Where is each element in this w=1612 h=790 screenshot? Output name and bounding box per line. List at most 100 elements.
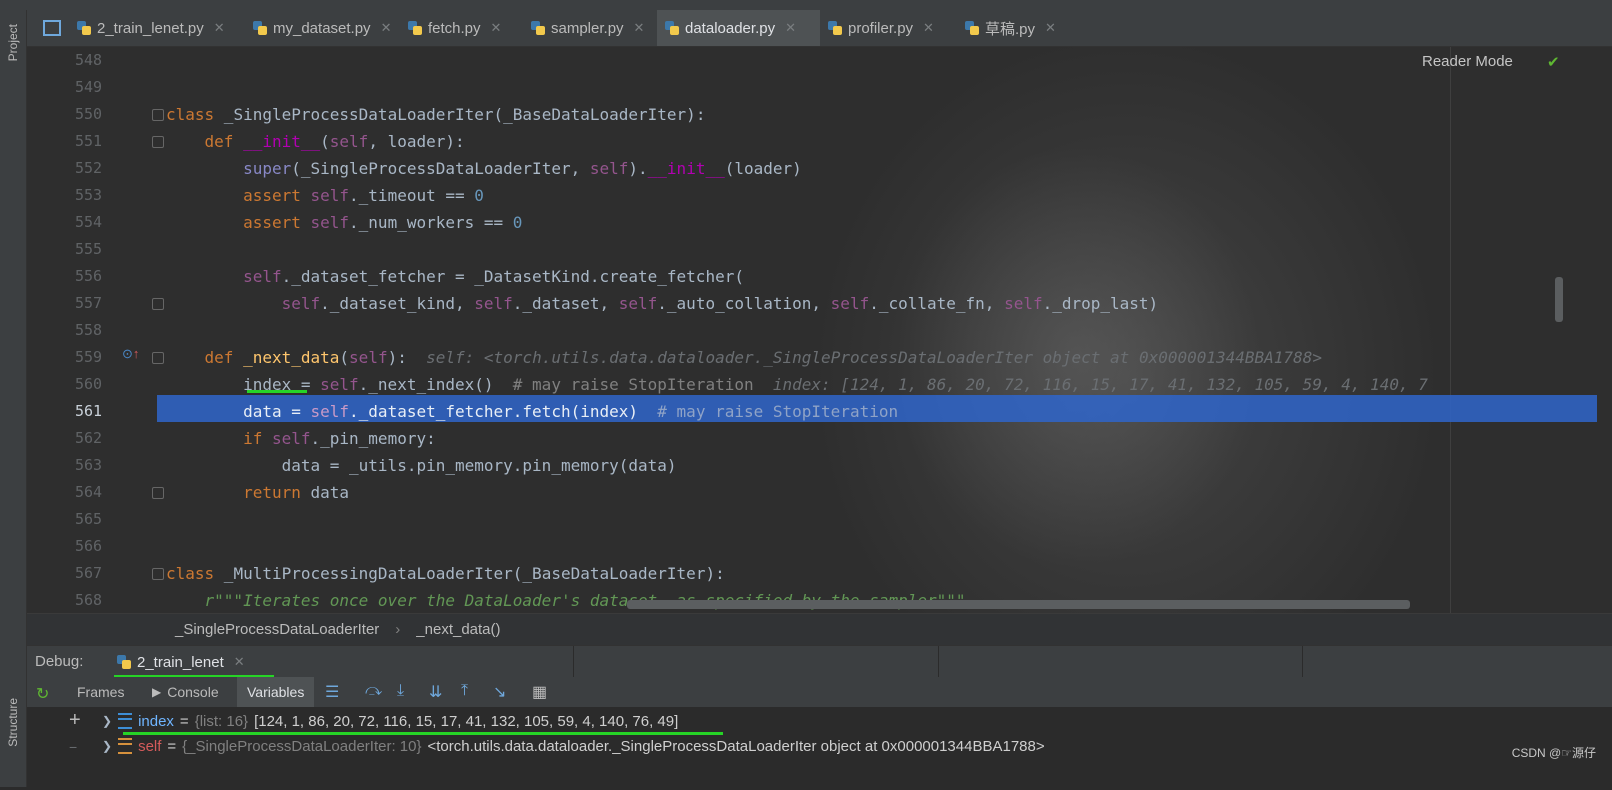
code-line: 557 self._dataset_kind, self._dataset, s…	[27, 290, 1612, 317]
code-text: data = self._dataset_fetcher.fetch(index…	[166, 402, 899, 421]
fold-icon[interactable]	[152, 487, 164, 499]
debug-label: Debug:	[35, 653, 84, 670]
python-file-icon	[965, 21, 979, 35]
code-text: if self._pin_memory:	[243, 429, 436, 448]
line-number: 554	[75, 213, 103, 231]
line-number: 549	[75, 78, 103, 96]
close-icon[interactable]: ✕	[1045, 20, 1056, 36]
fold-icon[interactable]	[152, 352, 164, 364]
tab-draft[interactable]: 草稿.py ✕	[957, 10, 1067, 46]
tab-sampler[interactable]: sampler.py ✕	[523, 10, 658, 46]
run-to-cursor-icon[interactable]: ↘	[493, 682, 506, 702]
step-into-my-code-icon[interactable]: ⇊	[429, 682, 442, 702]
add-watch-icon[interactable]: +	[69, 709, 81, 732]
left-tool-strip: Project Structure	[0, 10, 27, 787]
code-line-current: 561 data = self._dataset_fetcher.fetch(i…	[27, 398, 1612, 425]
python-file-icon	[665, 21, 679, 35]
divider	[938, 646, 939, 678]
watermark: CSDN @☞源仔	[1511, 746, 1596, 760]
line-number: 560	[75, 375, 103, 393]
tab-label: 草稿.py	[985, 20, 1036, 38]
fold-icon[interactable]	[152, 298, 164, 310]
close-icon[interactable]: ✕	[923, 20, 934, 36]
horizontal-scrollbar[interactable]	[627, 600, 1410, 609]
code-text: class _MultiProcessingDataLoaderIter(_Ba…	[166, 564, 725, 583]
tab-frames[interactable]: Frames	[67, 677, 134, 707]
line-number: 564	[75, 483, 103, 501]
close-icon[interactable]: ✕	[634, 20, 645, 36]
recent-files-icon[interactable]	[35, 10, 69, 46]
list-icon	[118, 713, 133, 729]
tab-label: Frames	[77, 684, 125, 700]
chevron-right-icon[interactable]: ❯	[102, 714, 112, 728]
variable-name: self	[138, 737, 162, 755]
inline-debug-value: self: <torch.utils.data.dataloader._Sing…	[426, 348, 1322, 367]
code-line: 563 data = _utils.pin_memory.pin_memory(…	[27, 452, 1612, 479]
code-text: def __init__(self, loader):	[204, 132, 465, 151]
project-tool-button[interactable]: Project	[6, 24, 20, 61]
close-icon[interactable]: ✕	[491, 20, 502, 36]
line-number: 552	[75, 159, 103, 177]
code-editor[interactable]: Reader Mode ✔ 548 549 550 class _SingleP…	[27, 47, 1612, 613]
tab-label: sampler.py	[551, 19, 624, 37]
code-line: 559 ⊙↑ def _next_data(self): self: <torc…	[27, 344, 1612, 371]
step-out-icon[interactable]: ⤒	[461, 682, 468, 700]
line-number: 568	[75, 591, 103, 609]
step-over-icon[interactable]: ⤼	[365, 682, 382, 700]
variable-type: {_SingleProcessDataLoaderIter: 10}	[182, 737, 422, 755]
fold-icon[interactable]	[152, 136, 164, 148]
code-text: self._dataset_fetcher = _DatasetKind.cre…	[243, 267, 744, 286]
structure-tool-button[interactable]: Structure	[6, 698, 20, 747]
variable-value: [124, 1, 86, 20, 72, 116, 15, 17, 41, 13…	[254, 712, 679, 730]
close-icon[interactable]: ✕	[785, 20, 796, 36]
code-text: def _next_data(self): self: <torch.utils…	[204, 348, 1322, 367]
code-text: data = _utils.pin_memory.pin_memory(data…	[166, 456, 677, 475]
line-number: 550	[75, 105, 103, 123]
chevron-right-icon: ›	[395, 621, 401, 638]
variables-panel: + − ❯ index = {list: 16} [124, 1, 86, 20…	[27, 707, 1612, 787]
inline-debug-value: index: [124, 1, 86, 20, 72, 116, 15, 17,…	[772, 375, 1428, 394]
tab-2-train-lenet[interactable]: 2_train_lenet.py ✕	[69, 10, 269, 46]
python-file-icon	[117, 655, 131, 669]
code-line: 567 class _MultiProcessingDataLoaderIter…	[27, 560, 1612, 587]
close-icon[interactable]: ✕	[214, 20, 225, 36]
code-line: 549	[27, 74, 1612, 101]
rerun-icon[interactable]: ↻	[36, 684, 49, 704]
code-text: class _SingleProcessDataLoaderIter(_Base…	[166, 105, 706, 124]
tab-label: fetch.py	[428, 19, 481, 37]
tab-profiler[interactable]: profiler.py ✕	[820, 10, 960, 46]
debug-tool-window-header: Debug: 2_train_lenet ✕	[27, 645, 1612, 678]
breadcrumb-class[interactable]: _SingleProcessDataLoaderIter	[175, 621, 379, 638]
tab-console[interactable]: ▶ Console	[142, 677, 229, 707]
close-icon[interactable]: ✕	[381, 20, 392, 36]
menu-lines-icon[interactable]: ☰	[325, 682, 339, 702]
tab-label: profiler.py	[848, 19, 914, 37]
tab-label: Variables	[247, 684, 305, 700]
variable-row-self[interactable]: ❯ self = {_SingleProcessDataLoaderIter: …	[102, 734, 1045, 758]
code-text: index = self._next_index() # may raise S…	[166, 375, 1428, 394]
code-line: 554 assert self._num_workers == 0	[27, 209, 1612, 236]
tab-dataloader[interactable]: dataloader.py ✕	[657, 10, 820, 46]
tab-fetch[interactable]: fetch.py ✕	[400, 10, 525, 46]
step-into-icon[interactable]: ⤓	[397, 682, 404, 700]
variable-value: <torch.utils.data.dataloader._SingleProc…	[427, 737, 1045, 755]
variable-row-index[interactable]: ❯ index = {list: 16} [124, 1, 86, 20, 72…	[102, 709, 678, 733]
line-number: 566	[75, 537, 103, 555]
fold-icon[interactable]	[152, 109, 164, 121]
code-line: 555	[27, 236, 1612, 263]
chevron-right-icon[interactable]: ❯	[102, 739, 112, 753]
tab-variables[interactable]: Variables	[237, 677, 315, 707]
code-text: assert self._num_workers == 0	[243, 213, 523, 232]
fold-icon[interactable]	[152, 568, 164, 580]
breadcrumb-method[interactable]: _next_data()	[416, 621, 500, 638]
divider	[1302, 646, 1303, 678]
override-marker-icon[interactable]: ⊙↑	[122, 346, 139, 362]
remove-watch-icon[interactable]: −	[69, 739, 77, 755]
code-line: 548	[27, 47, 1612, 74]
debug-session-tab[interactable]: 2_train_lenet ✕	[109, 646, 253, 678]
tab-my-dataset[interactable]: my_dataset.py ✕	[245, 10, 425, 46]
close-icon[interactable]: ✕	[234, 654, 245, 670]
evaluate-expression-icon[interactable]: ▦	[532, 682, 547, 702]
tab-label: 2_train_lenet.py	[97, 19, 204, 37]
object-icon	[118, 738, 133, 754]
